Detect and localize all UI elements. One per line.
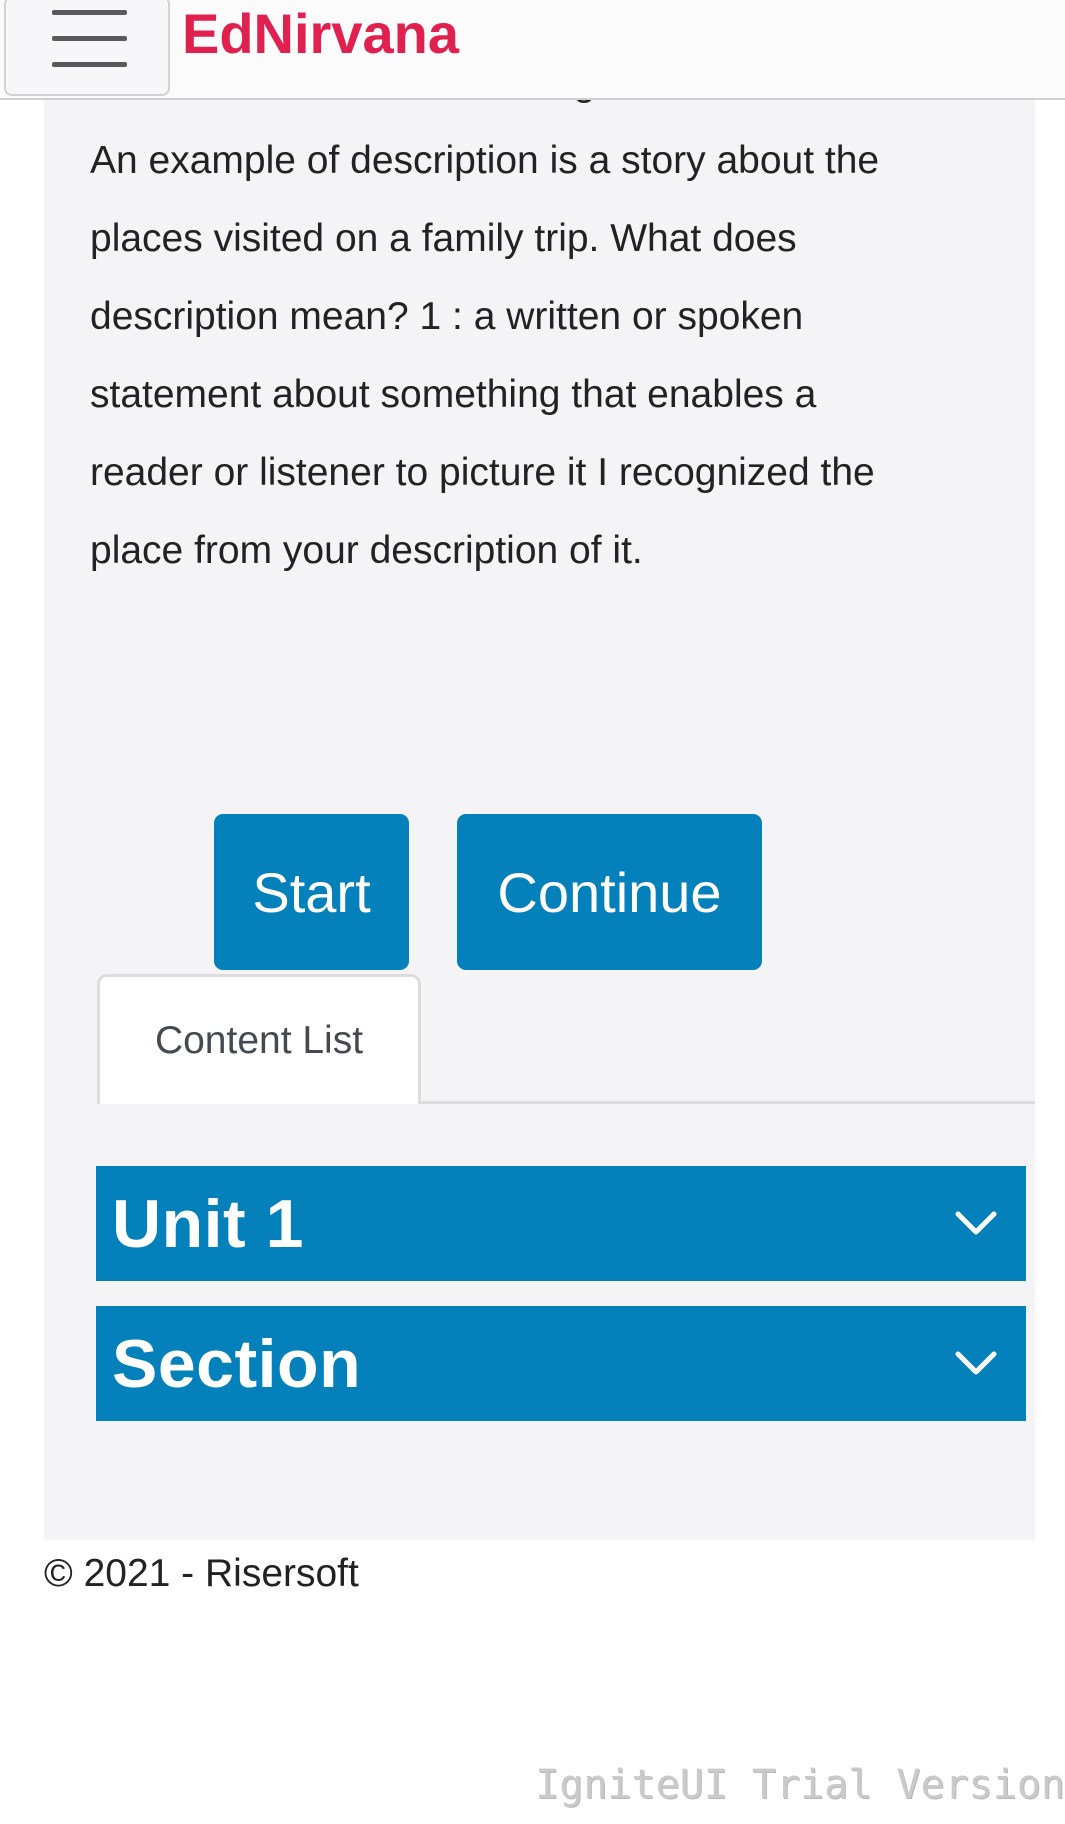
description-line: statement about something that enables a (90, 373, 817, 416)
tab-label: Content List (154, 1018, 364, 1062)
trial-watermark: IgniteUI Trial Version (535, 1762, 1065, 1808)
accordion-title: Section (112, 1325, 362, 1402)
tab-content-list[interactable]: Content List (97, 974, 421, 1104)
description-line: places visited on a family trip. What do… (90, 217, 797, 260)
start-button[interactable]: Start (214, 814, 409, 970)
accordion-unit-1[interactable]: Unit 1 (96, 1166, 1026, 1281)
menu-toggle-button[interactable] (4, 0, 170, 96)
brand-logo[interactable]: EdNirvana (182, 2, 459, 66)
description-line: reader or listener to picture it I recog… (90, 451, 875, 494)
accordion-title: Unit 1 (112, 1185, 304, 1262)
footer-copyright: © 2021 - Risersoft (44, 1552, 359, 1595)
description-line: place from your description of it. (90, 529, 643, 572)
chevron-down-icon[interactable] (946, 1194, 1006, 1254)
continue-button[interactable]: Continue (457, 814, 762, 970)
description-line: description mean? 1 : a written or spoke… (90, 295, 804, 338)
chevron-down-icon[interactable] (946, 1334, 1006, 1394)
accordion-section[interactable]: Section (96, 1306, 1026, 1421)
top-navbar: EdNirvana (0, 0, 1065, 100)
description-line: An example of description is a story abo… (90, 139, 880, 182)
description-text: about someone or something. An example o… (90, 44, 990, 590)
